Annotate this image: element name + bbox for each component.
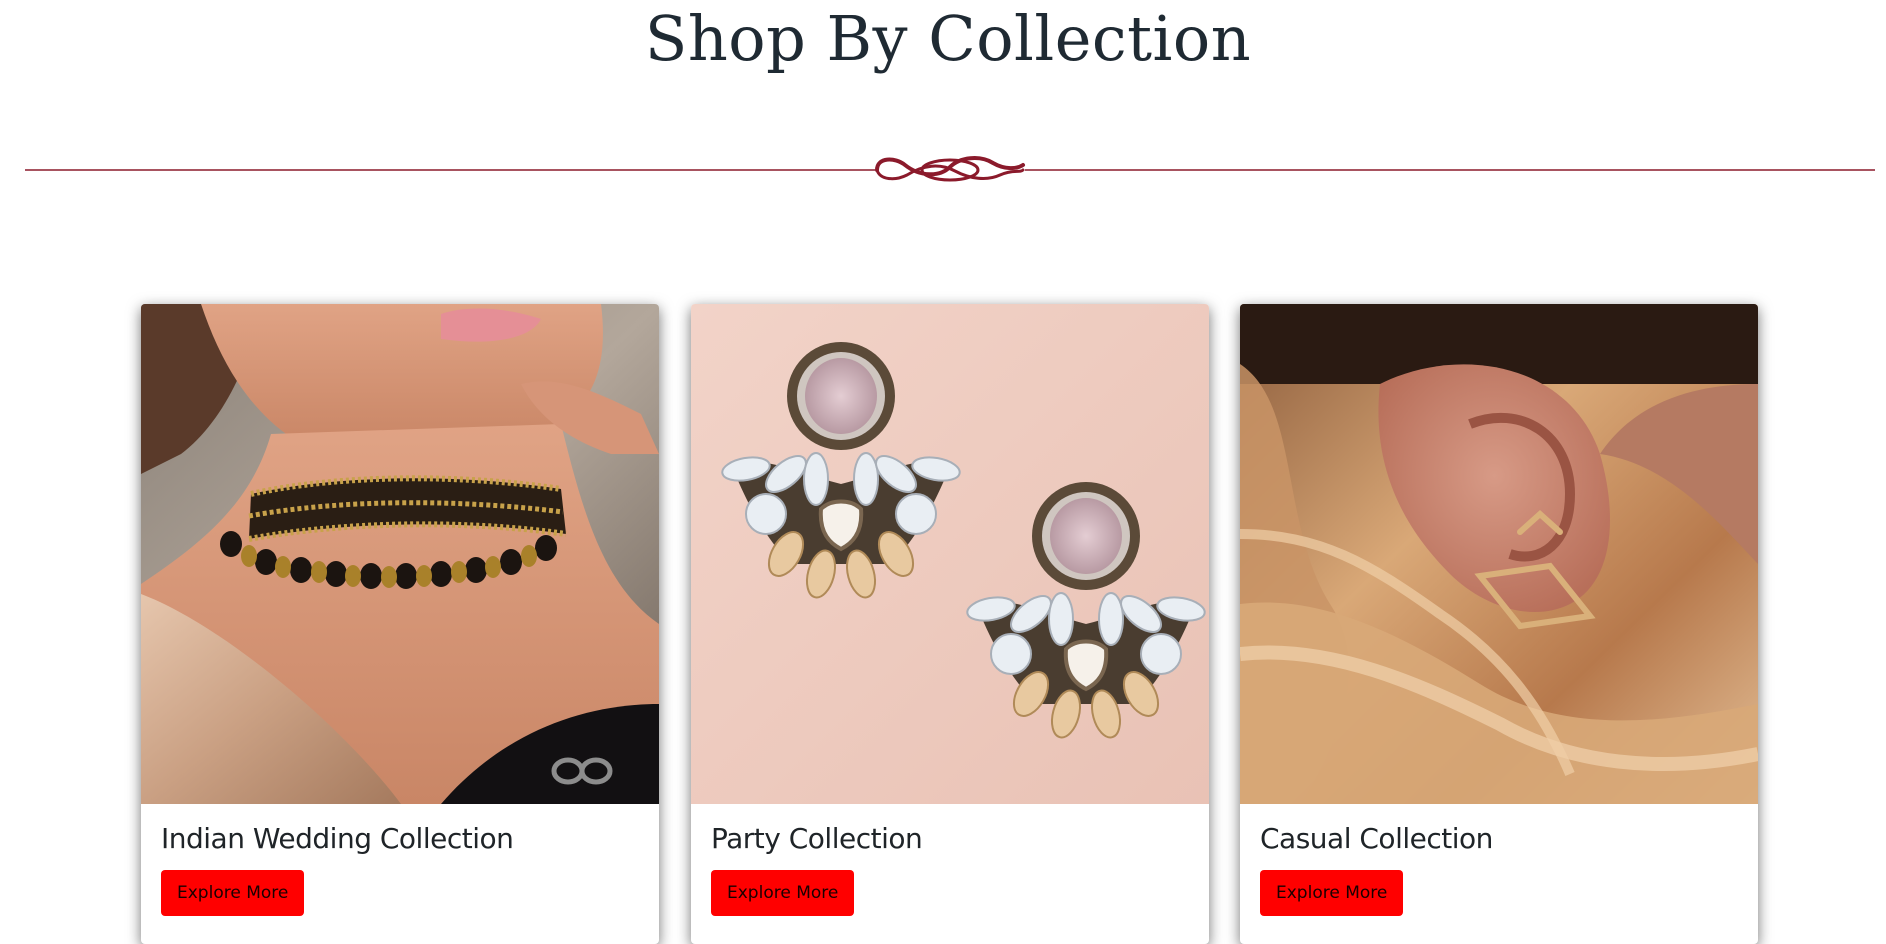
collection-card-indian-wedding[interactable]: Indian Wedding Collection Explore More <box>141 304 659 944</box>
collection-card-party[interactable]: Party Collection Explore More <box>691 304 1209 944</box>
explore-more-button[interactable]: Explore More <box>1260 870 1404 916</box>
explore-more-button[interactable]: Explore More <box>161 870 305 916</box>
collection-title: Indian Wedding Collection <box>161 822 514 855</box>
flourish-ornament-icon <box>25 156 1875 182</box>
collection-title: Casual Collection <box>1260 822 1493 855</box>
collection-card-casual[interactable]: Casual Collection Explore More <box>1240 304 1758 944</box>
section-title: Shop By Collection <box>644 2 1252 75</box>
collection-cards: Indian Wedding Collection Explore More P… <box>141 304 1761 944</box>
collection-image-indian-wedding[interactable] <box>141 304 659 804</box>
collection-title: Party Collection <box>711 822 923 855</box>
collection-image-casual[interactable] <box>1240 304 1758 804</box>
explore-more-button[interactable]: Explore More <box>711 870 855 916</box>
collection-image-party[interactable] <box>691 304 1209 804</box>
section-divider <box>25 145 1875 195</box>
